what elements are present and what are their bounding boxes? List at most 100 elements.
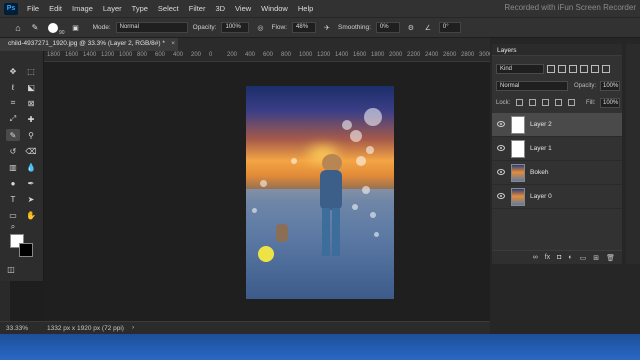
lasso-tool-icon[interactable]: ℓ	[6, 81, 20, 93]
child-figure	[314, 154, 348, 264]
smoothing-field[interactable]: 0%	[375, 22, 400, 33]
crop-tool-icon[interactable]: ⌗	[6, 97, 20, 109]
smart-object-filter-icon[interactable]	[591, 64, 599, 73]
eraser-tool-icon[interactable]: ⌫	[24, 145, 38, 157]
layers-panel-title[interactable]: Layers	[492, 44, 622, 56]
adjustment-filter-icon[interactable]	[558, 64, 566, 73]
zoom-tool-icon[interactable]: ⌕	[6, 221, 20, 233]
history-brush-icon[interactable]: ↺	[6, 145, 20, 157]
layer-name[interactable]: Layer 1	[530, 145, 552, 152]
visibility-eye-icon[interactable]	[497, 121, 505, 127]
fx-icon[interactable]: fx	[545, 254, 550, 261]
menu-help[interactable]: Help	[293, 4, 318, 13]
ruler-tick-label: 1200	[101, 52, 115, 58]
menu-layer[interactable]: Layer	[98, 4, 127, 13]
mask-icon[interactable]: ◘	[557, 254, 561, 261]
lock-artboard-icon[interactable]	[555, 99, 562, 106]
menu-image[interactable]: Image	[67, 4, 98, 13]
lock-transparent-icon[interactable]	[516, 99, 523, 106]
photoshop-logo: Ps	[4, 2, 18, 15]
home-icon[interactable]: ⌂	[12, 22, 24, 34]
type-filter-icon[interactable]	[569, 64, 577, 73]
status-menu-arrow[interactable]: ›	[132, 324, 134, 331]
layer-kind-filter[interactable]: Kind	[496, 63, 544, 74]
visibility-eye-icon[interactable]	[497, 145, 505, 151]
zoom-level[interactable]: 33.33%	[6, 325, 28, 332]
layer-row[interactable]: Layer 1	[492, 137, 622, 161]
airbrush-icon[interactable]: ✈	[321, 22, 333, 34]
dog-figure	[276, 224, 288, 242]
brush-cursor-preview	[258, 246, 274, 262]
gear-icon[interactable]: ⚙	[405, 22, 417, 34]
document-image[interactable]	[246, 86, 394, 299]
bokeh-circle	[352, 204, 358, 210]
layers-panel: Layers Kind Normal Opacity: 100% Lock: F…	[492, 44, 622, 264]
gradient-tool-icon[interactable]: ▥	[6, 161, 20, 173]
frame-tool-icon[interactable]: ⊠	[24, 97, 38, 109]
healing-brush-icon[interactable]: ✚	[24, 113, 38, 125]
object-selection-icon[interactable]: ⬕	[24, 81, 38, 93]
visibility-eye-icon[interactable]	[497, 169, 505, 175]
hand-tool-icon[interactable]: ✋	[24, 209, 38, 221]
pen-tool-icon[interactable]: ✒	[24, 177, 38, 189]
layer-opacity-field[interactable]: 100%	[600, 81, 620, 91]
brush-settings-icon[interactable]: ▣	[70, 22, 82, 34]
pixel-filter-icon[interactable]	[547, 64, 555, 73]
ruler-tick-label: 800	[137, 52, 148, 58]
document-tab[interactable]: child-4937271_1920.jpg @ 33.3% (Layer 2,…	[0, 38, 178, 51]
eyedropper-tool-icon[interactable]: ⤢	[6, 113, 20, 125]
opacity-field[interactable]: 100%	[221, 22, 250, 33]
dodge-tool-icon[interactable]: ●	[6, 177, 20, 189]
background-color-swatch[interactable]	[19, 243, 33, 257]
filter-toggle-icon[interactable]	[602, 64, 610, 73]
layer-thumbnail	[511, 116, 525, 134]
layer-name[interactable]: Bokeh	[530, 169, 548, 176]
new-layer-icon[interactable]: ⊞	[593, 254, 599, 262]
lock-all-icon[interactable]	[568, 99, 575, 106]
pressure-opacity-icon[interactable]: ◎	[254, 22, 266, 34]
close-icon[interactable]: ×	[171, 40, 175, 47]
menu-file[interactable]: File	[22, 4, 44, 13]
lock-position-icon[interactable]	[542, 99, 549, 106]
marquee-tool-icon[interactable]: ⬚	[24, 65, 38, 77]
flow-field[interactable]: 48%	[292, 22, 317, 33]
blend-mode-select[interactable]: Normal	[496, 81, 568, 91]
layer-row[interactable]: Bokeh	[492, 161, 622, 185]
mode-select[interactable]: Normal	[115, 22, 188, 33]
menu-view[interactable]: View	[230, 4, 256, 13]
menu-filter[interactable]: Filter	[184, 4, 211, 13]
blur-tool-icon[interactable]: 💧	[24, 161, 38, 173]
shape-filter-icon[interactable]	[580, 64, 588, 73]
angle-field[interactable]: 0°	[438, 22, 461, 33]
adjustment-icon[interactable]: ◐	[568, 254, 572, 261]
clone-stamp-icon[interactable]: ⚲	[24, 129, 38, 141]
fill-field[interactable]: 100%	[600, 98, 620, 108]
rectangle-tool-icon[interactable]: ▭	[6, 209, 20, 221]
brush-tool-icon[interactable]: ✎	[6, 129, 20, 141]
layer-row[interactable]: Layer 0	[492, 185, 622, 209]
layer-row[interactable]: Layer 2	[492, 113, 622, 137]
type-tool-icon[interactable]: T	[6, 193, 20, 205]
visibility-eye-icon[interactable]	[497, 193, 505, 199]
brush-tool-icon[interactable]: ✎	[29, 22, 41, 34]
menu-3d[interactable]: 3D	[210, 4, 230, 13]
move-tool-icon[interactable]: ✥	[6, 65, 20, 77]
brush-preset-picker[interactable]	[46, 22, 60, 34]
path-selection-icon[interactable]: ➤	[24, 193, 38, 205]
ruler-tick-label: 1200	[317, 52, 331, 58]
trash-icon[interactable]: 🗑	[606, 254, 615, 262]
canvas-area[interactable]	[44, 62, 490, 321]
bokeh-circle	[350, 130, 362, 142]
link-icon[interactable]: ∞	[533, 254, 538, 261]
layer-name[interactable]: Layer 0	[530, 193, 552, 200]
layer-name[interactable]: Layer 2	[530, 121, 552, 128]
folder-icon[interactable]: ▭	[580, 254, 587, 262]
ruler-tick-label: 2200	[407, 52, 421, 58]
lock-image-icon[interactable]	[529, 99, 536, 106]
menu-window[interactable]: Window	[256, 4, 293, 13]
menu-type[interactable]: Type	[127, 4, 153, 13]
menu-edit[interactable]: Edit	[44, 4, 67, 13]
menu-select[interactable]: Select	[153, 4, 184, 13]
ruler-tick-label: 1000	[119, 52, 133, 58]
quick-mask-icon[interactable]: ◫	[4, 263, 18, 275]
